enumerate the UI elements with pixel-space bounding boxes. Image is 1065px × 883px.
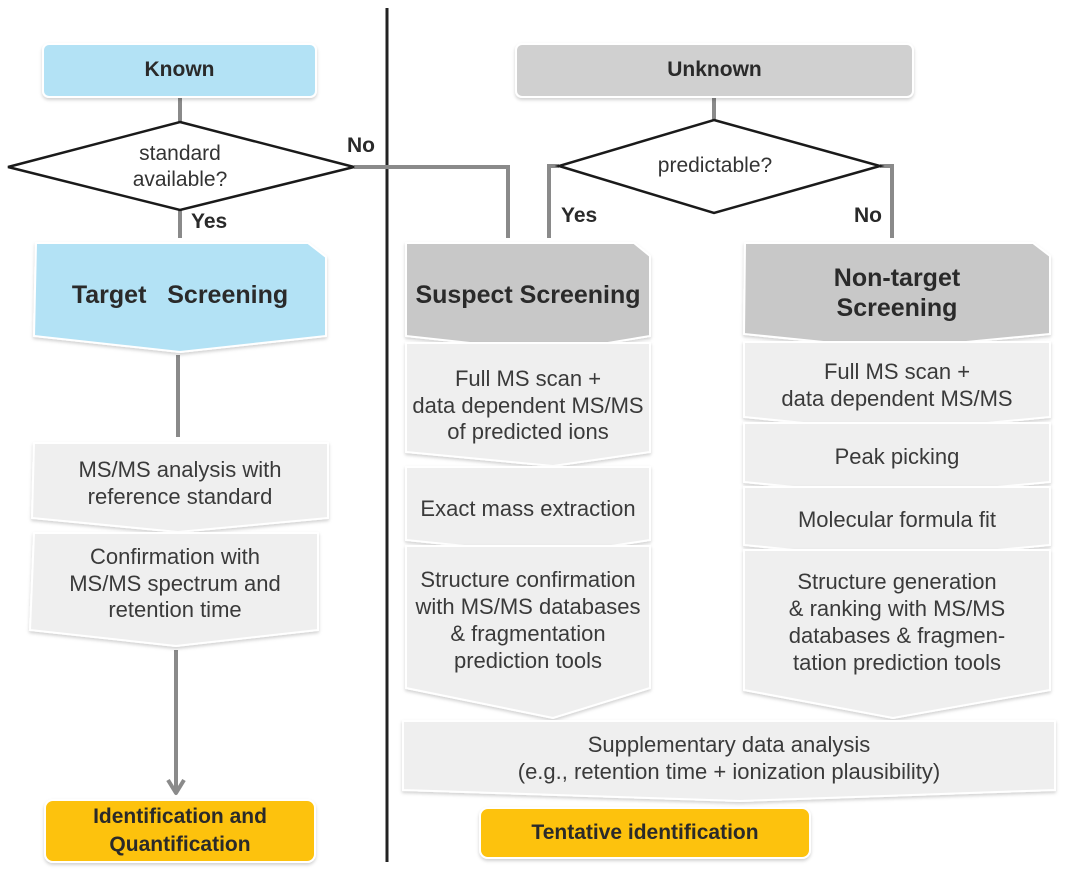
nontarget-screening-title: Non-target Screening — [833, 264, 961, 322]
step-label: Structure confirmation with MS/MS databa… — [415, 567, 641, 673]
step-label: Full MS scan + data dependent MS/MS — [781, 359, 1013, 411]
no-label-left: No — [347, 134, 375, 157]
target-screening-title: Target Screening — [71, 281, 289, 309]
decision-predictable-label: predictable? — [657, 153, 773, 177]
step-label: Peak picking — [834, 443, 960, 469]
step-label: Confirmation with MS/MS spectrum and ret… — [69, 543, 281, 623]
supplementary-label: Supplementary data analysis (e.g., reten… — [517, 732, 941, 784]
connector-yes-to-suspect — [547, 164, 559, 238]
decision-standard-label: standard available? — [132, 141, 228, 191]
connector-no-to-suspect — [354, 165, 510, 238]
step-label: Structure generation & ranking with MS/M… — [788, 569, 1006, 675]
screening-workflow-diagram: Known standard available? No Yes Target … — [0, 0, 1065, 883]
suspect-screening-title: Suspect Screening — [415, 281, 641, 309]
step-label: Molecular formula fit — [797, 506, 997, 532]
unknown-label: Unknown — [667, 58, 762, 82]
result-label-right: Tentative identification — [531, 820, 759, 844]
no-label-right: No — [854, 204, 882, 227]
yes-label-right: Yes — [561, 204, 598, 227]
step-label: MS/MS analysis with reference standard — [78, 457, 282, 509]
step-label: Exact mass extraction — [420, 495, 636, 521]
yes-label-left: Yes — [191, 210, 228, 233]
result-label-left: Identification and Quantification — [93, 804, 267, 856]
known-label: Known — [144, 58, 215, 82]
step-label: Full MS scan + data dependent MS/MS of p… — [412, 365, 644, 445]
